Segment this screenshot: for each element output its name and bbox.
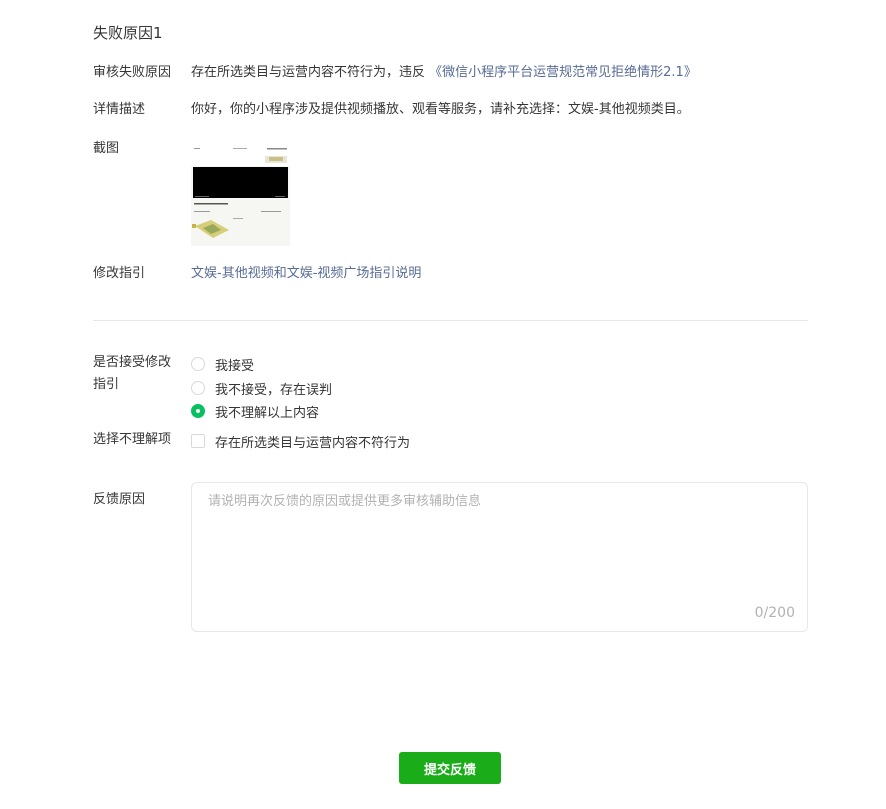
- reason-value: 存在所选类目与运营内容不符行为，违反 《微信小程序平台运营规范常见拒绝情形2.1…: [191, 62, 697, 84]
- screenshot-preview-image: [191, 146, 290, 246]
- unclear-label: 选择不理解项: [93, 432, 172, 447]
- reason-text: 存在所选类目与运营内容不符行为，违反: [191, 65, 430, 80]
- detail-text: 你好，你的小程序涉及提供视频播放、观看等服务，请补充选择：文娱-其他视频类目。: [191, 102, 690, 117]
- submit-feedback-button[interactable]: 提交反馈: [399, 752, 501, 784]
- screenshot-label: 截图: [93, 141, 120, 156]
- feedback-textarea[interactable]: [208, 491, 788, 591]
- radio-option-accept[interactable]: 我接受: [191, 353, 254, 375]
- accept-label-line2: 指引: [93, 377, 120, 392]
- guide-label: 修改指引: [93, 266, 146, 281]
- screenshot-thumbnail[interactable]: [191, 146, 290, 246]
- checkbox-label: 存在所选类目与运营内容不符行为: [215, 435, 411, 451]
- radio-button[interactable]: [191, 357, 205, 371]
- checkbox[interactable]: [191, 434, 205, 448]
- radio-button[interactable]: [191, 381, 205, 395]
- divider: [93, 320, 808, 321]
- radio-button-checked[interactable]: [191, 404, 205, 418]
- radio-option-reject[interactable]: 我不接受，存在误判: [191, 377, 332, 399]
- reason-label: 审核失败原因: [93, 65, 172, 80]
- feedback-textarea-container: 0/200: [191, 482, 808, 632]
- feedback-label: 反馈原因: [93, 492, 146, 507]
- accept-label-line1: 是否接受修改: [93, 355, 172, 370]
- radio-option-label: 我不理解以上内容: [215, 405, 320, 421]
- unclear-checkbox-row[interactable]: 存在所选类目与运营内容不符行为: [191, 430, 410, 452]
- accept-label: 是否接受修改 指引: [93, 352, 171, 396]
- radio-option-label: 我不接受，存在误判: [215, 382, 333, 398]
- section-title: 失败原因1: [93, 24, 163, 42]
- detail-label: 详情描述: [93, 102, 146, 117]
- radio-option-label: 我接受: [215, 358, 255, 374]
- char-counter: 0/200: [754, 605, 795, 621]
- policy-link[interactable]: 《微信小程序平台运营规范常见拒绝情形2.1》: [429, 65, 697, 80]
- guide-link[interactable]: 文娱-其他视频和文娱-视频广场指引说明: [191, 263, 421, 285]
- radio-option-unclear[interactable]: 我不理解以上内容: [191, 400, 319, 422]
